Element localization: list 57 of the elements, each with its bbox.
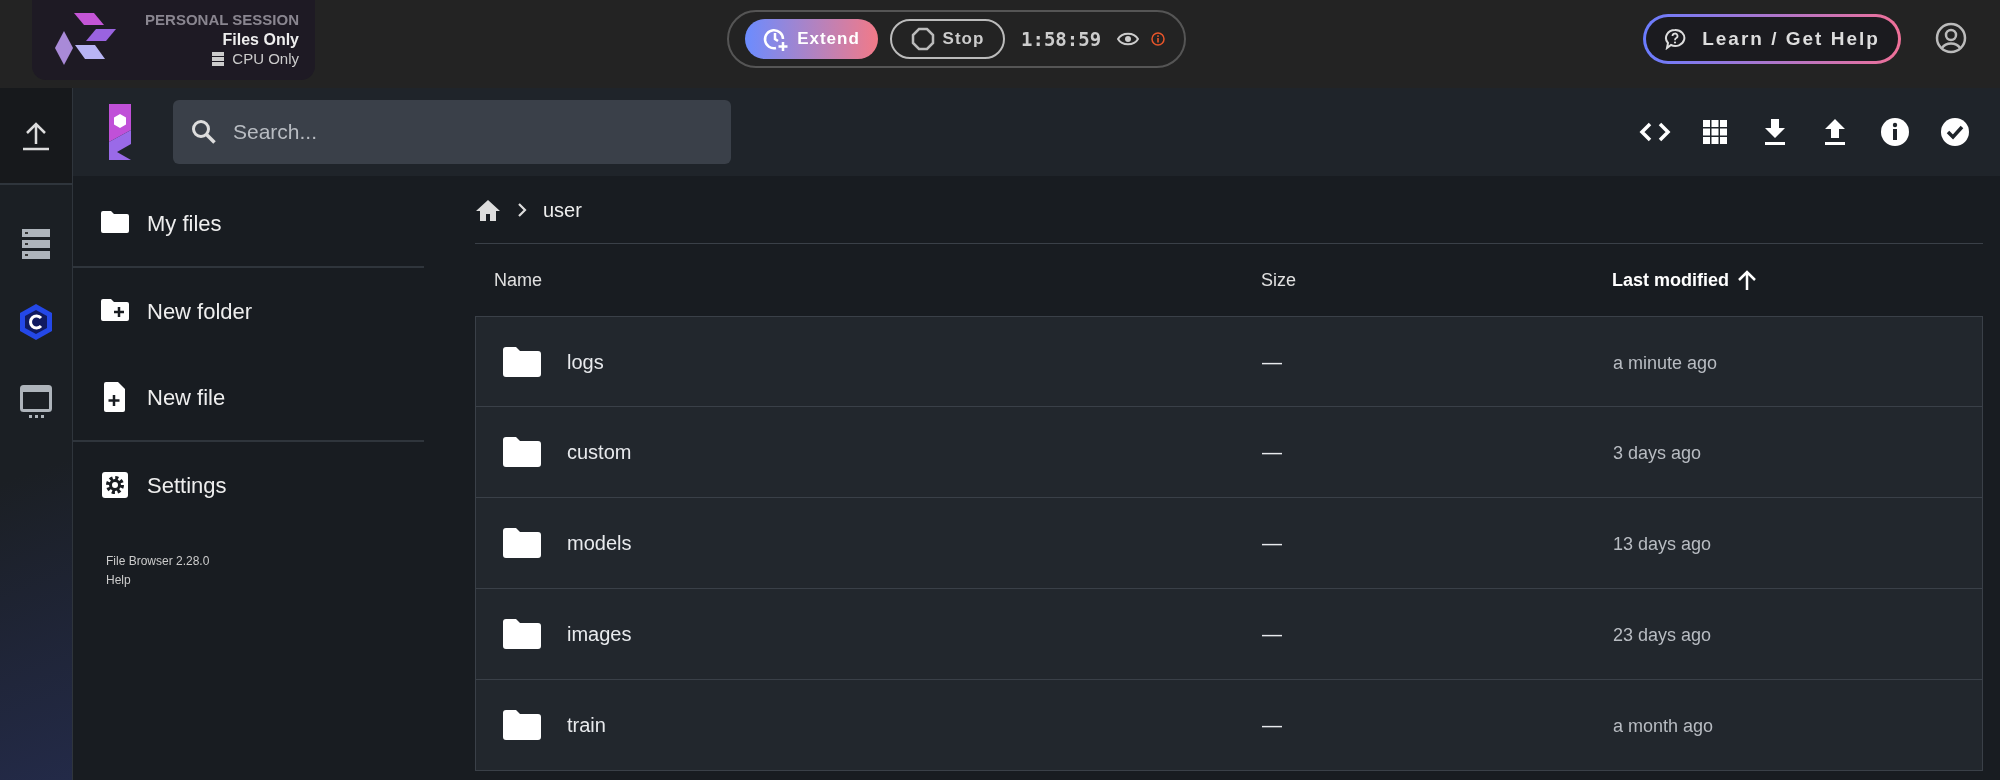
session-plan: Files Only (221, 30, 299, 50)
octagon-icon (910, 27, 935, 51)
version-label: File Browser 2.28.0 (106, 553, 211, 570)
user-icon[interactable] (1935, 22, 1967, 54)
file-row[interactable]: train — a month ago (475, 680, 1983, 771)
file-row[interactable]: images — 23 days ago (475, 589, 1983, 680)
file-size: — (1262, 350, 1282, 373)
modified-time: 23 days ago (1613, 625, 1712, 645)
folder-icon (502, 436, 542, 468)
sidebar-item[interactable]: My files (73, 180, 430, 266)
file-name: images (567, 622, 632, 647)
question-bubble-icon (1664, 28, 1687, 50)
gear-icon (99, 469, 131, 501)
hexagon-c-icon[interactable] (19, 303, 53, 341)
sidebar-item[interactable]: New folder (73, 268, 430, 354)
file-name: logs (567, 349, 604, 375)
sidebar-item[interactable]: New file (73, 354, 430, 440)
session-label: PERSONAL SESSION (145, 11, 299, 30)
file-name: custom (567, 440, 632, 465)
server-icon (212, 52, 225, 67)
folder-icon (502, 527, 542, 559)
home-icon[interactable] (475, 198, 501, 221)
folder-icon (502, 618, 542, 650)
folder-icon (502, 345, 542, 378)
sort-ascending-icon[interactable] (1737, 269, 1757, 291)
modified-time: 13 days ago (1613, 534, 1712, 554)
eye-icon[interactable] (1117, 32, 1140, 46)
file-size: — (1262, 623, 1282, 645)
file-size: — (1262, 532, 1282, 554)
file-name: models (567, 531, 632, 556)
modified-time: a minute ago (1613, 352, 1718, 373)
file-size: — (1262, 441, 1282, 463)
column-header[interactable]: Size (1261, 266, 1296, 294)
file-name: train (567, 713, 606, 738)
column-header[interactable]: Last modified (1612, 266, 1729, 294)
search-icon (191, 119, 217, 145)
clock-plus-icon (763, 26, 790, 52)
modified-time: a month ago (1613, 716, 1714, 736)
file-row[interactable]: custom — 3 days ago (475, 407, 1983, 498)
search-field[interactable]: Search... (173, 100, 731, 164)
help-link[interactable]: Help (106, 571, 430, 591)
server-icon[interactable] (22, 229, 50, 259)
modified-time: 3 days ago (1613, 443, 1702, 463)
info-icon[interactable] (1878, 115, 1912, 149)
folder-icon (502, 709, 542, 741)
stop-button[interactable]: Stop (890, 19, 1005, 59)
sidebar-item[interactable]: Settings (73, 442, 430, 528)
file-row[interactable]: models — 13 days ago (475, 498, 1983, 589)
column-header[interactable]: Name (494, 266, 542, 294)
time-remaining: 1:58:59 (1021, 26, 1102, 52)
file-row[interactable]: logs — a minute ago (475, 316, 1983, 407)
file-size: — (1262, 714, 1282, 736)
chevron-right-icon (517, 201, 527, 218)
check-icon[interactable] (1938, 115, 1972, 149)
hardware-label: CPU Only (232, 50, 299, 69)
breadcrumb-link[interactable]: user (543, 194, 582, 225)
monitor-icon[interactable] (20, 385, 52, 419)
